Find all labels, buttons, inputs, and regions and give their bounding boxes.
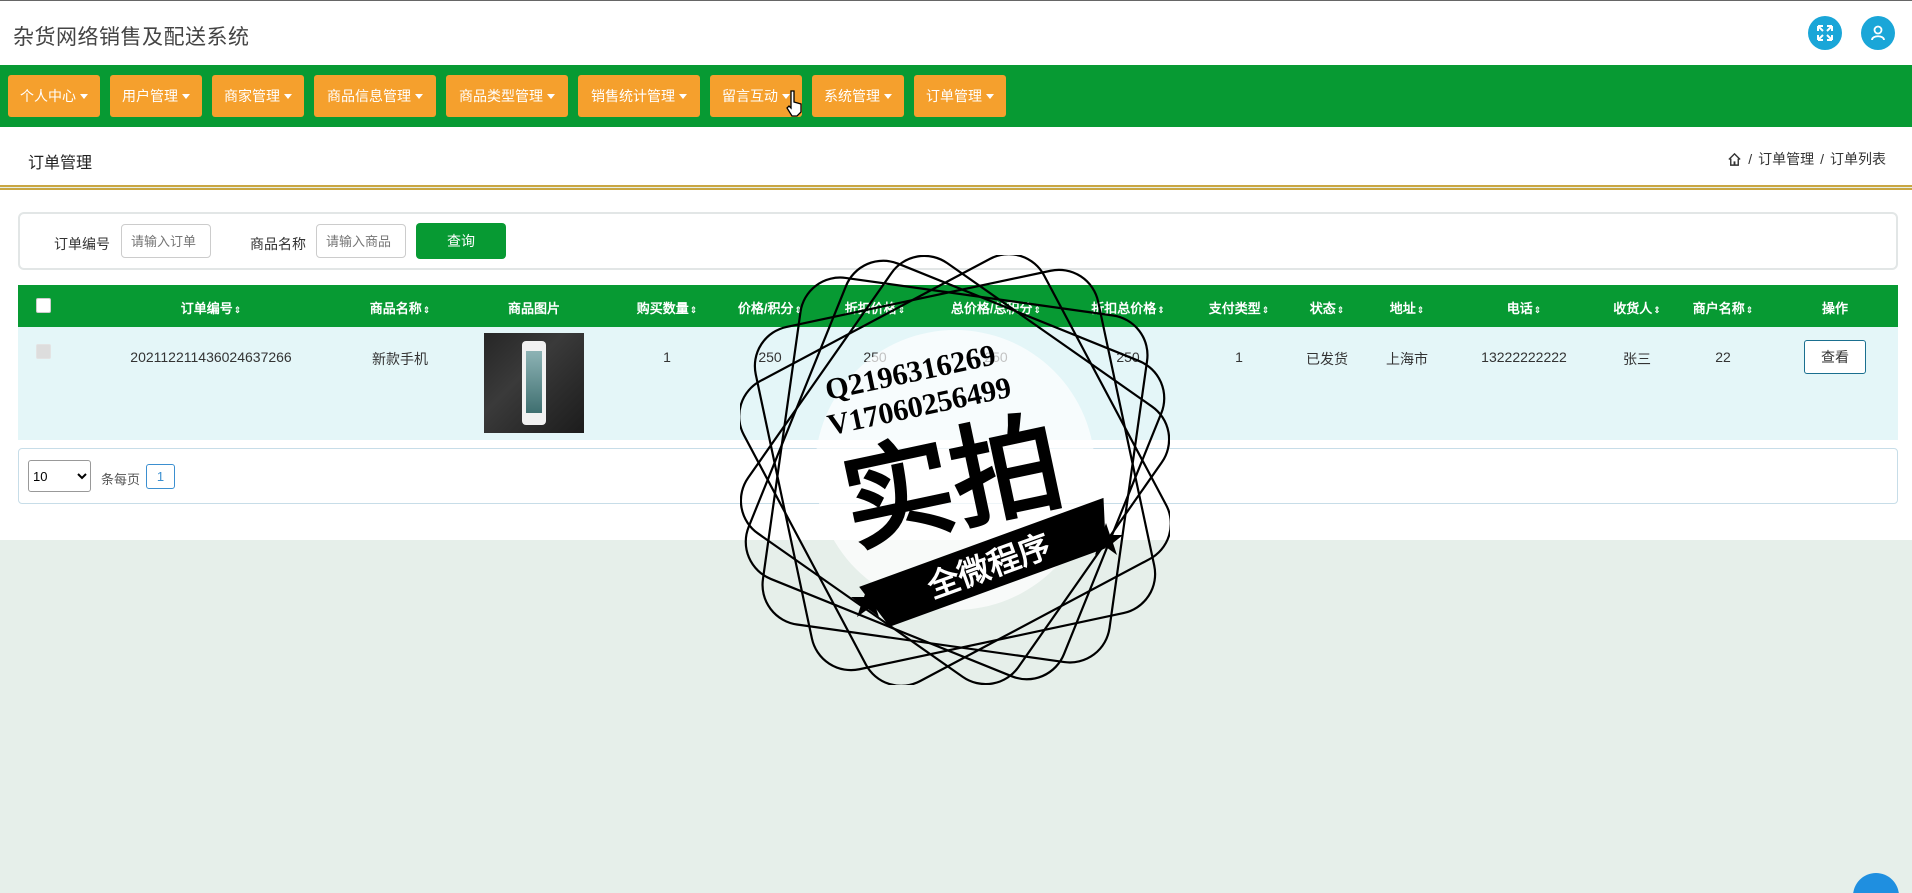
caret-down-icon xyxy=(884,93,892,99)
nav-item-label: 留言互动 xyxy=(722,88,778,104)
sort-icon: ⇕ xyxy=(1533,305,1542,315)
breadcrumb: / 订单管理 / 订单列表 xyxy=(1727,149,1886,169)
column-header[interactable]: 地址⇕ xyxy=(1390,298,1425,317)
nav-item-label: 商品类型管理 xyxy=(459,88,543,104)
home-icon[interactable] xyxy=(1727,152,1742,167)
cell-receiver: 张三 xyxy=(1623,351,1651,367)
column-header[interactable]: 收货人⇕ xyxy=(1613,298,1661,317)
nav-item-label: 商品信息管理 xyxy=(327,88,411,104)
product-name-label: 商品名称 xyxy=(250,236,306,252)
breadcrumb-separator: / xyxy=(1748,151,1753,167)
nav-item-personal-center[interactable]: 个人中心 xyxy=(8,75,100,117)
row-checkbox[interactable] xyxy=(36,344,51,359)
pointer-cursor-icon xyxy=(786,90,802,117)
cell-product-name: 新款手机 xyxy=(372,351,428,367)
order-no-input[interactable] xyxy=(121,224,211,258)
page-title: 订单管理 xyxy=(28,155,93,172)
caret-down-icon xyxy=(182,93,190,99)
nav-item-order-management[interactable]: 订单管理 xyxy=(914,75,1006,117)
caret-down-icon xyxy=(547,93,555,99)
cell-status: 已发货 xyxy=(1306,351,1348,367)
sort-icon: ⇕ xyxy=(689,305,698,315)
nav-item-label: 个人中心 xyxy=(20,88,76,104)
column-header[interactable]: 商品名称⇕ xyxy=(370,298,431,317)
cell-phone: 13222222222 xyxy=(1481,349,1567,365)
column-header: 商品图片 xyxy=(507,301,561,316)
nav-item-merchant-management[interactable]: 商家管理 xyxy=(212,75,304,117)
per-page-label: 条每页 xyxy=(101,472,141,487)
watermark-stamp: Q2196316269 V17060256499 实拍 全微程序 xyxy=(740,255,1170,685)
nav-item-system-management[interactable]: 系统管理 xyxy=(812,75,904,117)
product-image xyxy=(484,333,584,433)
breadcrumb-item-order-list: 订单列表 xyxy=(1830,151,1886,167)
fullscreen-button[interactable] xyxy=(1808,16,1842,50)
cell-merchant: 22 xyxy=(1715,349,1731,365)
top-bar: 杂货网络销售及配送系统 xyxy=(0,0,1912,65)
column-header: 操作 xyxy=(1821,301,1849,316)
nav-item-product-type[interactable]: 商品类型管理 xyxy=(446,75,568,117)
cell-pay-type: 1 xyxy=(1235,349,1243,365)
order-no-label: 订单编号 xyxy=(54,236,110,252)
page-size-select[interactable]: 10 xyxy=(28,460,91,492)
nav-item-label: 用户管理 xyxy=(122,88,178,104)
sort-icon: ⇕ xyxy=(1745,305,1754,315)
nav-item-label: 订单管理 xyxy=(926,88,982,104)
nav-item-product-info[interactable]: 商品信息管理 xyxy=(314,75,436,117)
column-header[interactable]: 状态⇕ xyxy=(1310,298,1345,317)
expand-icon xyxy=(1817,25,1833,41)
page-number-1[interactable]: 1 xyxy=(146,464,175,489)
cell-quantity: 1 xyxy=(663,349,671,365)
sort-icon: ⇕ xyxy=(233,305,242,315)
app-title: 杂货网络销售及配送系统 xyxy=(13,26,250,49)
view-button[interactable]: 查看 xyxy=(1804,340,1866,374)
cell-address: 上海市 xyxy=(1386,351,1428,367)
nav-item-label: 销售统计管理 xyxy=(591,88,675,104)
column-header[interactable]: 购买数量⇕ xyxy=(637,298,698,317)
caret-down-icon xyxy=(986,93,994,99)
main-nav: 个人中心 用户管理 商家管理 商品信息管理 商品类型管理 销售统计管理 留言互动… xyxy=(0,65,1912,127)
column-header[interactable]: 商户名称⇕ xyxy=(1693,298,1754,317)
phone-image xyxy=(522,341,546,425)
user-icon xyxy=(1871,25,1885,41)
breadcrumb-item-order-management[interactable]: 订单管理 xyxy=(1758,149,1814,169)
floating-action-button[interactable] xyxy=(1853,873,1899,893)
breadcrumb-separator: / xyxy=(1820,151,1824,167)
sort-icon: ⇕ xyxy=(1416,305,1425,315)
nav-item-label: 系统管理 xyxy=(824,88,880,104)
breadcrumb-bar: 订单管理 / 订单管理 / 订单列表 xyxy=(0,127,1912,187)
column-header[interactable]: 支付类型⇕ xyxy=(1209,298,1270,317)
user-button[interactable] xyxy=(1861,16,1895,50)
query-button[interactable]: 查询 xyxy=(416,223,506,259)
nav-item-sales-stats[interactable]: 销售统计管理 xyxy=(578,75,700,117)
sort-icon: ⇕ xyxy=(1653,305,1661,315)
cell-order-no: 202112211436024637266 xyxy=(130,349,292,365)
caret-down-icon xyxy=(80,93,88,99)
product-name-input[interactable] xyxy=(316,224,406,258)
sort-icon: ⇕ xyxy=(422,305,431,315)
column-header[interactable]: 电话⇕ xyxy=(1507,298,1542,317)
caret-down-icon xyxy=(284,93,292,99)
nav-item-user-management[interactable]: 用户管理 xyxy=(110,75,202,117)
select-all-checkbox[interactable] xyxy=(36,298,51,313)
nav-item-label: 商家管理 xyxy=(224,88,280,104)
column-header[interactable]: 订单编号⇕ xyxy=(181,298,242,317)
sort-icon: ⇕ xyxy=(1261,305,1270,315)
caret-down-icon xyxy=(679,93,687,99)
caret-down-icon xyxy=(415,93,423,99)
sort-icon: ⇕ xyxy=(1336,305,1345,315)
